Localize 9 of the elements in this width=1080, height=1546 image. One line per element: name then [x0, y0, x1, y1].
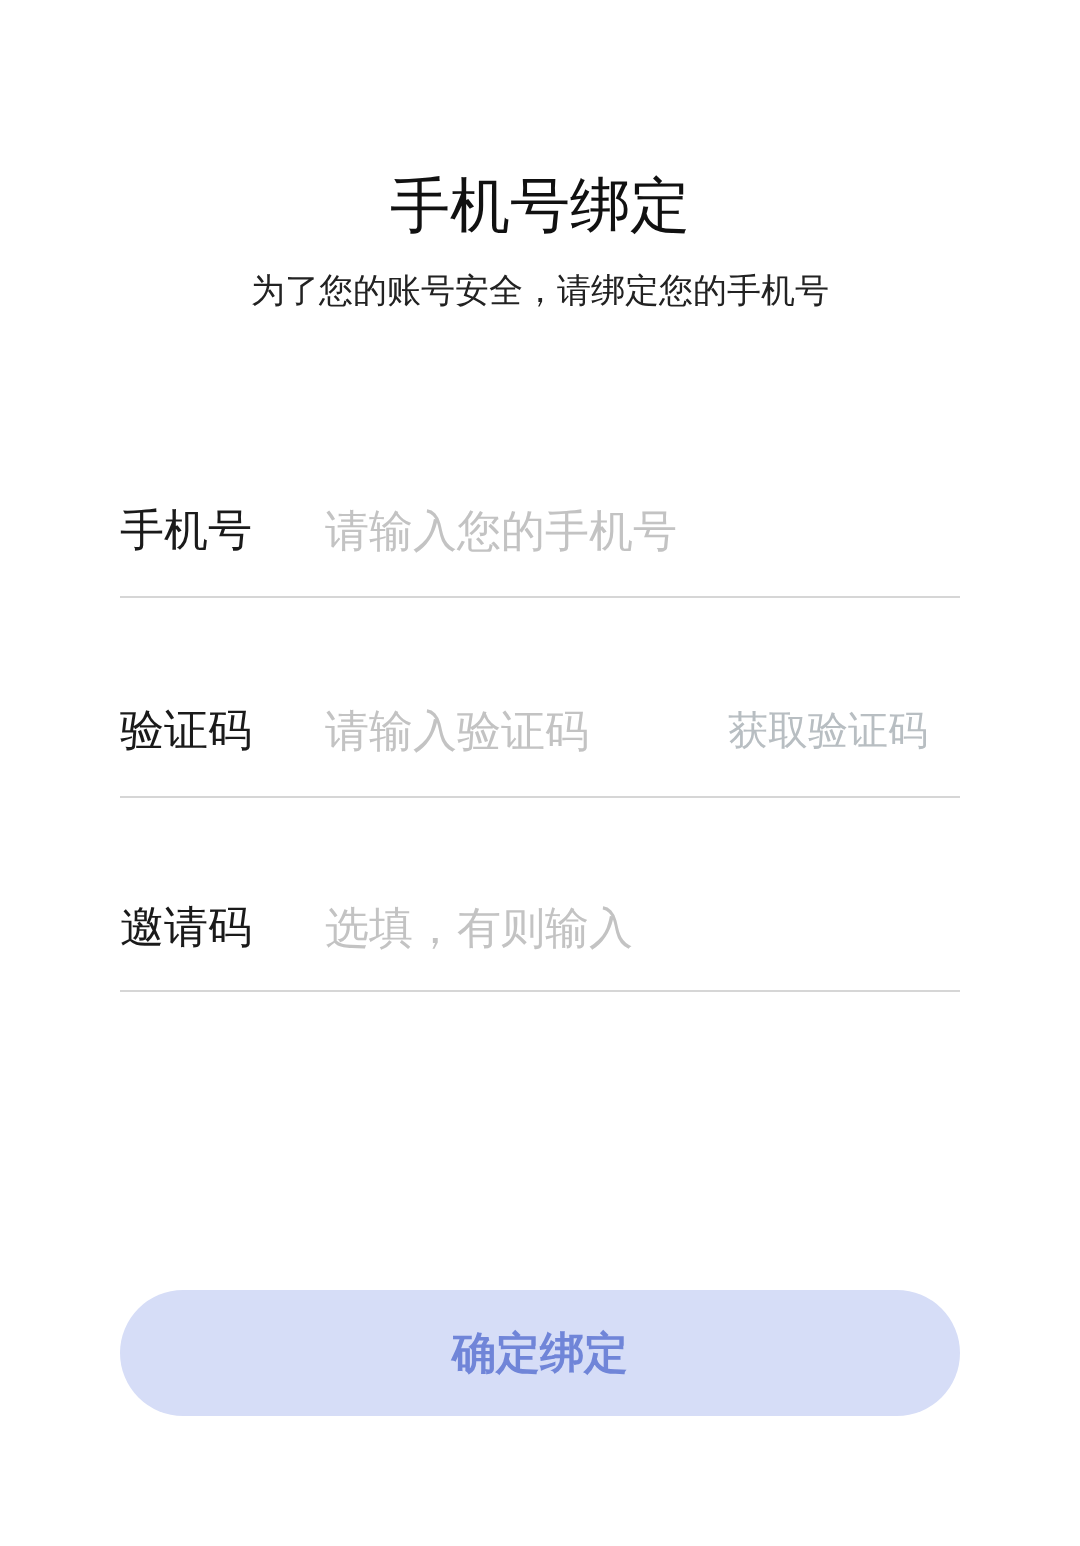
- input-field[interactable]: 选填，有则输入: [325, 901, 960, 953]
- input-field[interactable]: 请输入验证码: [325, 704, 728, 756]
- subtitle-text: 为了您的账号安全，请绑定您的手机号: [250, 269, 830, 312]
- page-title: 手机号绑定: [389, 169, 691, 242]
- field-label: 邀请码: [120, 899, 253, 954]
- get-code-link[interactable]: 获取验证码: [728, 702, 960, 758]
- field-label: 手机号: [120, 502, 253, 557]
- input-field[interactable]: 请输入您的手机号: [325, 504, 960, 556]
- field-label: 验证码: [120, 702, 253, 757]
